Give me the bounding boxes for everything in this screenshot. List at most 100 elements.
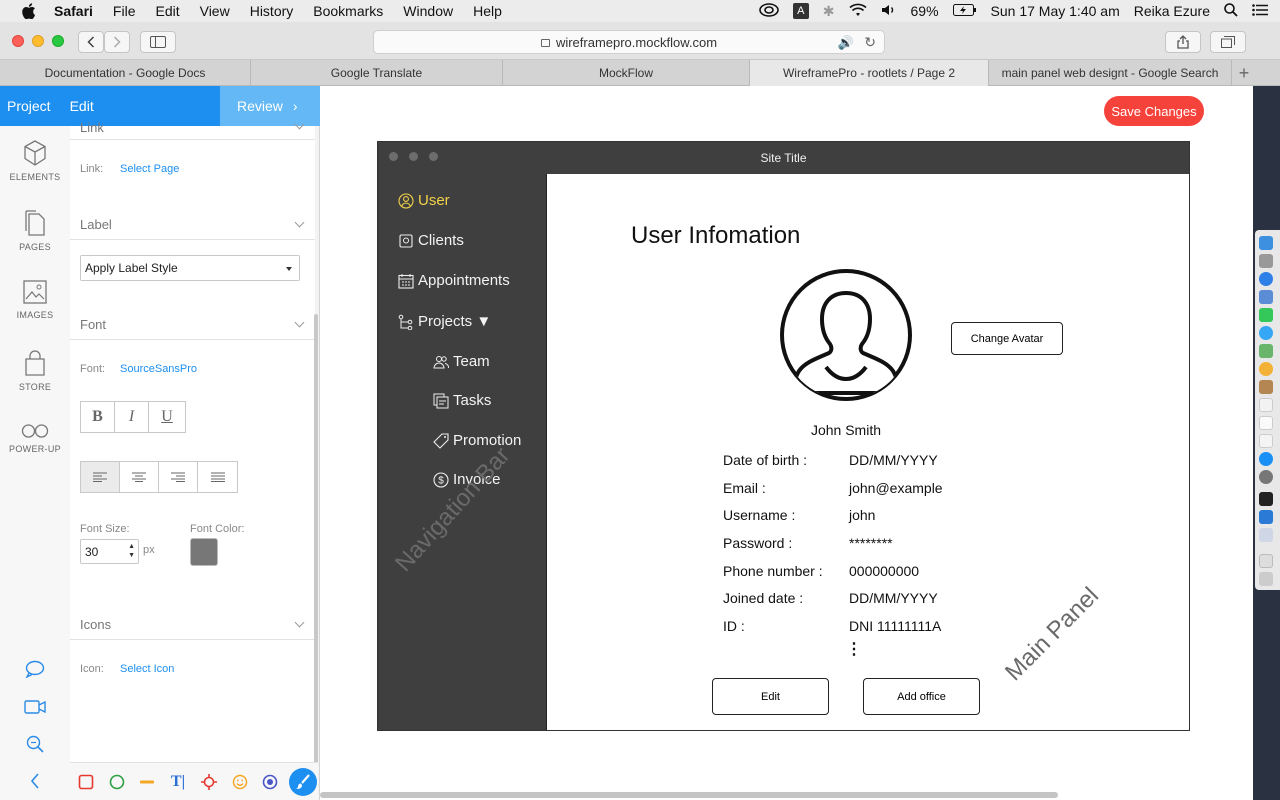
line-tool-icon[interactable] bbox=[138, 773, 156, 791]
close-window-button[interactable] bbox=[12, 35, 24, 47]
brush-tool-icon[interactable] bbox=[289, 768, 317, 796]
reload-icon[interactable]: ↻ bbox=[864, 34, 876, 51]
font-color-swatch[interactable] bbox=[190, 538, 218, 566]
save-changes-button[interactable]: Save Changes bbox=[1104, 96, 1204, 126]
user-name[interactable]: Reika Ezure bbox=[1134, 3, 1210, 19]
text-tool-icon[interactable]: T| bbox=[169, 773, 187, 791]
downloads-icon[interactable] bbox=[1259, 554, 1273, 568]
add-office-button[interactable]: Add office bbox=[863, 678, 980, 715]
maps-icon[interactable] bbox=[1259, 344, 1273, 358]
change-avatar-button[interactable]: Change Avatar bbox=[951, 322, 1063, 355]
preview-icon[interactable] bbox=[1259, 528, 1273, 542]
nav-item-team[interactable]: Team bbox=[433, 353, 490, 370]
target-tool-icon[interactable] bbox=[200, 773, 218, 791]
vscode-icon[interactable] bbox=[1259, 510, 1273, 524]
underline-button[interactable]: U bbox=[149, 402, 185, 432]
radio-tool-icon[interactable] bbox=[261, 773, 279, 791]
battery-icon[interactable] bbox=[952, 3, 977, 19]
wireframe-window[interactable]: Site Title User Clients Appointments Pro… bbox=[377, 141, 1190, 731]
system-preferences-icon[interactable] bbox=[1259, 470, 1273, 484]
emoji-tool-icon[interactable] bbox=[231, 773, 249, 791]
tab-mockflow[interactable]: MockFlow bbox=[503, 60, 750, 86]
chevron-down-icon[interactable] bbox=[294, 617, 305, 628]
chevron-down-icon[interactable] bbox=[294, 217, 305, 228]
nav-item-tasks[interactable]: Tasks bbox=[433, 392, 491, 409]
nav-item-clients[interactable]: Clients bbox=[398, 232, 464, 249]
zoom-icon[interactable] bbox=[24, 733, 46, 755]
font-size-input[interactable]: 30 ▲ ▼ bbox=[80, 539, 139, 564]
tab-google-translate[interactable]: Google Translate bbox=[251, 60, 503, 86]
properties-scrollbar[interactable] bbox=[314, 314, 318, 764]
link-section-title[interactable]: Link bbox=[80, 120, 104, 135]
comment-icon[interactable] bbox=[24, 658, 46, 680]
menu-file[interactable]: File bbox=[113, 3, 136, 19]
nav-elements[interactable]: ELEMENTS bbox=[0, 140, 70, 182]
nav-pages[interactable]: PAGES bbox=[0, 210, 70, 252]
font-section-title[interactable]: Font bbox=[80, 317, 106, 332]
menu-bookmarks[interactable]: Bookmarks bbox=[313, 3, 383, 19]
menu-history[interactable]: History bbox=[250, 3, 294, 19]
messages-icon[interactable] bbox=[1259, 326, 1273, 340]
nav-images[interactable]: IMAGES bbox=[0, 280, 70, 320]
nav-item-projects[interactable]: Projects ▼ bbox=[398, 313, 491, 330]
calendar-app-icon[interactable] bbox=[1259, 398, 1273, 412]
tab-google-docs[interactable]: Documentation - Google Docs bbox=[0, 60, 251, 86]
nav-item-user[interactable]: User bbox=[398, 192, 450, 209]
align-left-button[interactable] bbox=[81, 462, 120, 492]
align-justify-button[interactable] bbox=[198, 462, 237, 492]
spotlight-icon[interactable] bbox=[1224, 2, 1238, 20]
canvas-horizontal-scrollbar[interactable] bbox=[320, 792, 1058, 798]
app-store-icon[interactable] bbox=[1259, 452, 1273, 466]
icons-section-title[interactable]: Icons bbox=[80, 617, 111, 632]
apple-icon[interactable] bbox=[22, 3, 36, 19]
volume-icon[interactable] bbox=[881, 3, 897, 20]
nav-item-appointments[interactable]: Appointments bbox=[398, 272, 510, 289]
project-menu[interactable]: Project bbox=[7, 98, 51, 114]
review-button[interactable]: Review › bbox=[220, 86, 320, 126]
bold-button[interactable]: B bbox=[81, 402, 115, 432]
launchpad-icon[interactable] bbox=[1259, 254, 1273, 268]
trash-icon[interactable] bbox=[1259, 572, 1273, 586]
circle-tool-icon[interactable] bbox=[108, 773, 126, 791]
finder-icon[interactable] bbox=[1259, 236, 1273, 250]
label-style-select[interactable]: Apply Label Style bbox=[80, 255, 300, 281]
label-section-title[interactable]: Label bbox=[80, 217, 112, 232]
minimize-window-button[interactable] bbox=[32, 35, 44, 47]
new-tab-button[interactable]: + bbox=[1232, 60, 1256, 86]
photos-icon[interactable] bbox=[1259, 362, 1273, 376]
input-source-icon[interactable]: A bbox=[792, 3, 809, 19]
collapse-panel-icon[interactable] bbox=[24, 770, 46, 792]
sidebar-toggle-button[interactable] bbox=[140, 31, 176, 53]
rectangle-tool-icon[interactable] bbox=[77, 773, 95, 791]
align-center-button[interactable] bbox=[120, 462, 159, 492]
italic-button[interactable]: I bbox=[115, 402, 149, 432]
nav-power-up[interactable]: POWER-UP bbox=[0, 424, 70, 454]
font-family-link[interactable]: SourceSansPro bbox=[120, 363, 197, 375]
menu-edit[interactable]: Edit bbox=[155, 3, 179, 19]
clock[interactable]: Sun 17 May 1:40 am bbox=[991, 3, 1120, 19]
tab-google-search[interactable]: main panel web designt - Google Search bbox=[989, 60, 1232, 86]
safari-icon[interactable] bbox=[1259, 272, 1273, 286]
notification-center-icon[interactable] bbox=[1252, 3, 1268, 19]
select-icon-link[interactable]: Select Icon bbox=[120, 663, 174, 675]
chevron-down-icon[interactable] bbox=[294, 317, 305, 328]
audio-playing-icon[interactable]: 🔊 bbox=[838, 35, 854, 51]
share-button[interactable] bbox=[1165, 31, 1201, 53]
edit-button[interactable]: Edit bbox=[712, 678, 829, 715]
forward-button[interactable] bbox=[104, 31, 130, 53]
mail-icon[interactable] bbox=[1259, 290, 1273, 304]
tab-wireframepro[interactable]: WireframePro - rootlets / Page 2 bbox=[750, 60, 989, 86]
contacts-icon[interactable] bbox=[1259, 380, 1273, 394]
creative-cloud-icon[interactable] bbox=[758, 2, 779, 20]
edit-menu[interactable]: Edit bbox=[70, 98, 94, 114]
wifi-icon[interactable] bbox=[848, 3, 867, 20]
nav-item-promotion[interactable]: Promotion bbox=[433, 432, 521, 449]
wireframe-nav-bar[interactable]: User Clients Appointments Projects ▼ Tea… bbox=[378, 174, 547, 730]
fullscreen-window-button[interactable] bbox=[52, 35, 64, 47]
menu-safari[interactable]: Safari bbox=[54, 3, 93, 19]
address-bar[interactable]: wireframepro.mockflow.com 🔊 ↻ bbox=[373, 30, 885, 54]
back-button[interactable] bbox=[78, 31, 104, 53]
reminders-icon[interactable] bbox=[1259, 434, 1273, 448]
menu-help[interactable]: Help bbox=[473, 3, 502, 19]
facetime-icon[interactable] bbox=[1259, 308, 1273, 322]
